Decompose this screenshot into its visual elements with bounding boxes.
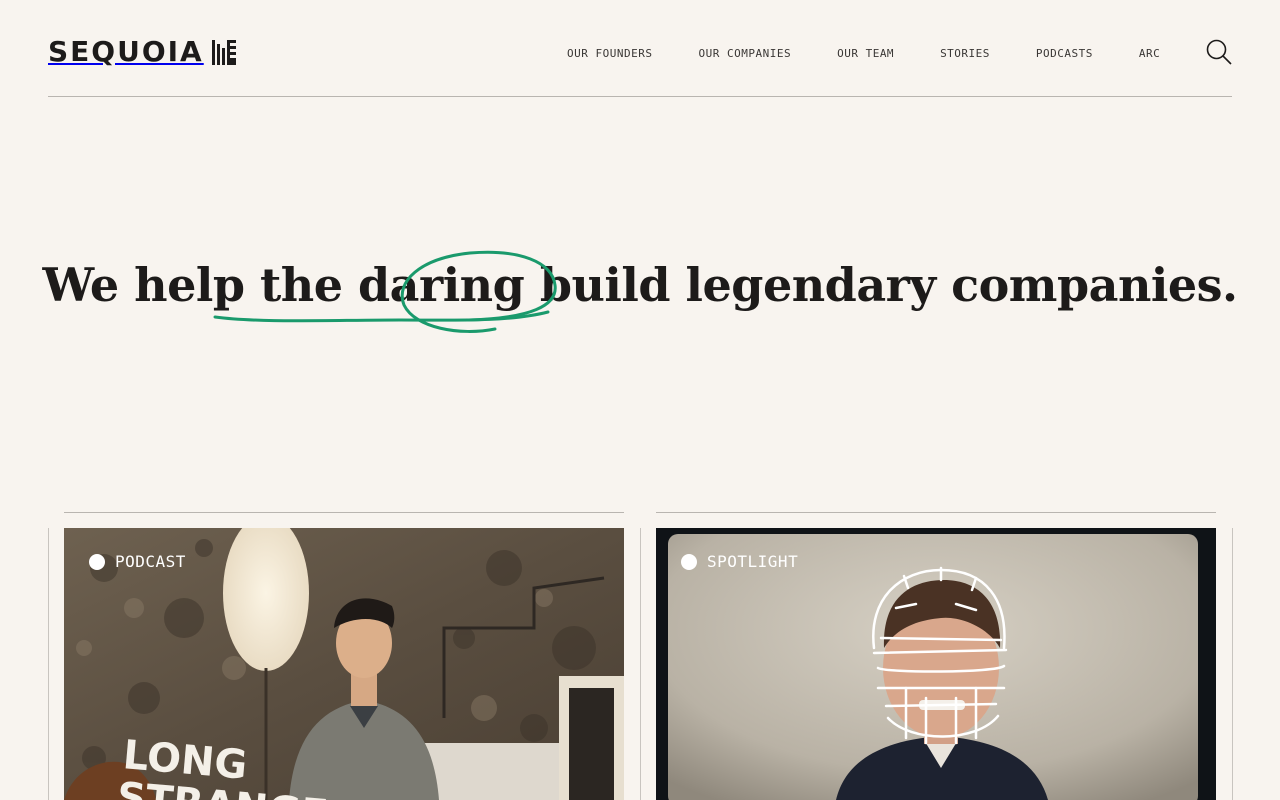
main-nav: OUR FOUNDERS OUR COMPANIES OUR TEAM STOR…	[567, 47, 1160, 61]
card-tag-label: SPOTLIGHT	[707, 552, 799, 571]
nav-our-team[interactable]: OUR TEAM	[837, 47, 894, 61]
search-button[interactable]	[1206, 39, 1232, 65]
card-tag: PODCAST	[89, 552, 186, 571]
hero-highlight-daring: daring	[358, 258, 525, 312]
podcast-card[interactable]: LONG STRANGE PODCAST	[64, 528, 624, 800]
nav-stories[interactable]: STORIES	[940, 47, 990, 61]
hero-phrase-rest: build legendary companies.	[539, 258, 1238, 312]
nav-podcasts[interactable]: PODCASTS	[1036, 47, 1093, 61]
nav-our-companies[interactable]: OUR COMPANIES	[698, 47, 791, 61]
nav-our-founders[interactable]: OUR FOUNDERS	[567, 47, 652, 61]
hero-word-we: We	[42, 258, 119, 312]
nav-arc[interactable]: ARC	[1139, 47, 1160, 61]
spotlight-card[interactable]: SPOTLIGHT	[656, 528, 1216, 800]
logo-wordmark: SEQUOIA	[48, 35, 204, 68]
grid-line	[640, 528, 641, 800]
tag-dot-icon	[89, 553, 105, 570]
card-tag: SPOTLIGHT	[681, 552, 798, 571]
search-icon	[1206, 39, 1232, 65]
grid-line	[1232, 528, 1233, 800]
tag-dot-icon	[681, 553, 697, 570]
site-header: SEQUOIA OUR FOUNDERS OUR COMPANIES OUR T…	[48, 0, 1232, 97]
hero: We help the daring build legendary compa…	[0, 250, 1280, 320]
hero-headline: We help the daring build legendary compa…	[42, 250, 1238, 320]
logo[interactable]: SEQUOIA	[48, 37, 236, 67]
card-divider	[656, 512, 1216, 513]
card-tag-label: PODCAST	[115, 552, 186, 571]
grid-line	[48, 528, 49, 800]
hero-phrase-help-the: help the	[134, 258, 343, 312]
card-divider	[64, 512, 624, 513]
sequoia-tree-icon	[211, 39, 236, 65]
